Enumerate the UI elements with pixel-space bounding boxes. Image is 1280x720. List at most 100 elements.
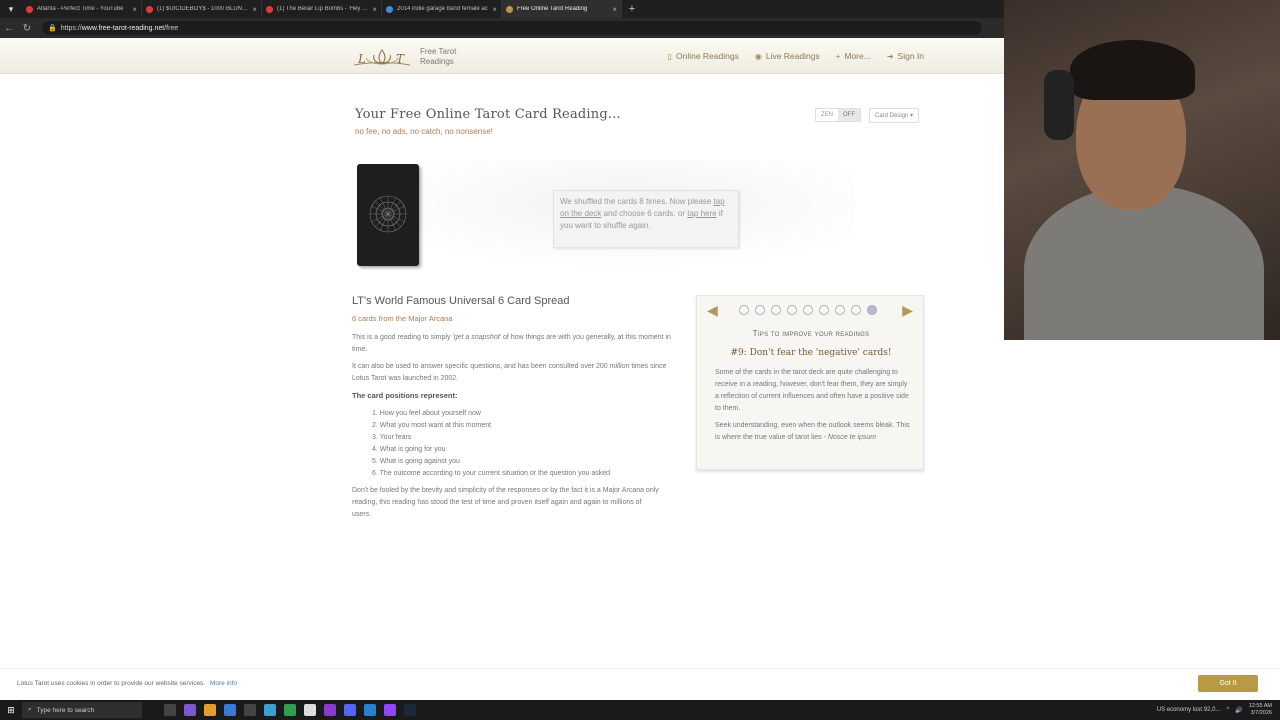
webcam-overlay [1004, 0, 1280, 340]
card-design-dropdown[interactable]: Card Design ▾ [869, 108, 920, 123]
page-subtitle: no fee, no ads, no catch, no nonsense! [355, 127, 493, 136]
nav-label: More... [844, 51, 871, 61]
tab-title: (1) The Belair Lip Bombs - 'Hey Yo [277, 6, 369, 12]
app-icon[interactable] [284, 704, 296, 716]
close-tab-icon[interactable]: × [252, 5, 257, 14]
main-content: Your Free Online Tarot Card Reading... n… [0, 75, 1004, 665]
browser-tab[interactable]: Atlanta - Perfect Time - YouTube × [22, 0, 142, 18]
got-it-button[interactable]: Got It [1198, 675, 1258, 692]
favicon-icon [506, 5, 513, 13]
tab-title: 2014 indie garage band female ac [397, 6, 488, 12]
nav-more[interactable]: + More... [836, 51, 871, 61]
browser-tab[interactable]: 2014 indie garage band female ac × [382, 0, 502, 18]
browser-tab[interactable]: Free Online Tarot Reading × [502, 0, 622, 18]
top-nav: ▯ Online Readings ◉ Live Readings + More… [668, 51, 924, 61]
site-header: L T Free Tarot Readings ▯ Online Reading… [0, 38, 1004, 74]
svg-text:T: T [396, 52, 405, 66]
spread-paragraph-1: This is a good reading to simply 'get a … [352, 332, 672, 356]
url-prefix: https:// [60, 24, 82, 32]
nav-online-readings[interactable]: ▯ Online Readings [668, 51, 739, 61]
folder-icon[interactable] [204, 704, 216, 716]
para1-a: This is a good reading to simply [352, 334, 451, 341]
zen-label[interactable]: ZEN [816, 109, 838, 121]
app-icon[interactable] [244, 704, 256, 716]
signin-icon: ➜ [886, 51, 894, 61]
url-path: /free [164, 24, 179, 32]
tab-list: Atlanta - Perfect Time - YouTube × (1) $UI… [22, 0, 622, 18]
pager-dot[interactable] [739, 305, 749, 315]
close-tab-icon[interactable]: × [372, 5, 377, 14]
app-icon[interactable] [364, 704, 376, 716]
tips-title: Tips to improve your readings [752, 329, 870, 338]
favicon-icon [386, 5, 393, 13]
spread-paragraph-2: It can also be used to answer specific q… [352, 361, 672, 385]
tab-title: Atlanta - Perfect Time - YouTube [37, 6, 124, 12]
clock[interactable]: 12:55 AM 3/7/2026 [1249, 703, 1272, 717]
browser-tab[interactable]: (1) $UICIDEBOY$ - 1000 BLUNTS × [142, 0, 262, 18]
zen-state[interactable]: OFF [838, 109, 860, 121]
back-icon[interactable]: ← [0, 23, 18, 34]
chrome-icon[interactable] [304, 704, 316, 716]
tips-panel: ◀ ▶ Tips to improve your readings #9: Do… [696, 295, 924, 470]
volume-icon[interactable]: 🔊 [1235, 707, 1242, 714]
tip-body-2: Seek understanding, even when the outloo… [715, 420, 910, 444]
shuffle-text-2: and choose 6 cards, or [603, 209, 685, 218]
url-field[interactable]: 🔒 https://www.free-tarot-reading.net/fre… [42, 21, 982, 35]
list-item: 5. What is going against you [372, 458, 460, 465]
pager-dot[interactable] [819, 305, 829, 315]
taskbar-search[interactable]: ⌕ Type here to search [22, 702, 142, 718]
nav-sign-in[interactable]: ➜ Sign In [887, 51, 924, 61]
app-icon[interactable] [264, 704, 276, 716]
eye-icon: ◉ [754, 51, 762, 61]
nav-label: Live Readings [765, 51, 820, 61]
reload-icon[interactable]: ↻ [18, 23, 36, 34]
zen-toggle[interactable]: ZEN OFF [815, 108, 861, 122]
browser-tab[interactable]: (1) The Belair Lip Bombs - 'Hey Yo × [262, 0, 382, 18]
app-icon[interactable] [224, 704, 236, 716]
nav-live-readings[interactable]: ◉ Live Readings [755, 51, 820, 61]
new-tab-button[interactable]: + [622, 3, 642, 15]
webcam-person-hair [1070, 40, 1195, 100]
pager-dot[interactable] [771, 305, 781, 315]
pager-dot[interactable] [867, 305, 877, 315]
close-tab-icon[interactable]: × [132, 5, 137, 14]
tips-pager [739, 305, 877, 315]
close-tab-icon[interactable]: × [612, 5, 617, 14]
spread-paragraph-3: Don't be fooled by the brevity and simpl… [352, 487, 659, 518]
headphones-icon [1044, 70, 1074, 140]
pager-dot[interactable] [803, 305, 813, 315]
book-icon: ▯ [667, 51, 672, 61]
twitch-icon[interactable] [384, 704, 396, 716]
pager-dot[interactable] [755, 305, 765, 315]
tab-search-icon[interactable]: ▾ [0, 0, 22, 18]
logo-text-line1: Free Tarot [420, 47, 457, 56]
logo-text[interactable]: Free Tarot Readings [420, 47, 456, 67]
clock-time: 12:55 AM [1248, 703, 1272, 709]
shuffle-text-1: We shuffled the cards 8 times. Now pleas… [560, 197, 712, 206]
taskbar-search-placeholder: Type here to search [36, 706, 95, 714]
discord-icon[interactable] [344, 704, 356, 716]
list-item: 6. The outcome according to your current… [372, 470, 611, 477]
cookie-more-link[interactable]: More info [210, 680, 237, 687]
windows-start-icon[interactable]: ⊞ [0, 705, 22, 716]
list-item: 2. What you most want at this moment [372, 422, 492, 429]
lotus-logo[interactable]: L T [352, 46, 412, 68]
close-tab-icon[interactable]: × [492, 5, 497, 14]
favicon-icon [266, 5, 273, 13]
news-widget[interactable]: US economy lost 92,0... [1157, 707, 1221, 713]
app-icon[interactable] [184, 704, 196, 716]
steam-icon[interactable] [404, 704, 416, 716]
tarot-deck[interactable] [357, 164, 419, 266]
pager-dot[interactable] [851, 305, 861, 315]
tray-chevron-icon[interactable]: ^ [1226, 707, 1229, 713]
page-title: Your Free Online Tarot Card Reading... [355, 107, 621, 122]
caret-down-icon: ▾ [910, 113, 914, 119]
tap-here-link[interactable]: tap here [687, 209, 716, 218]
task-view-icon[interactable] [164, 704, 176, 716]
mandala-icon [369, 195, 407, 233]
app-icon[interactable] [324, 704, 336, 716]
next-arrow-icon[interactable]: ▶ [902, 302, 913, 319]
pager-dot[interactable] [835, 305, 845, 315]
prev-arrow-icon[interactable]: ◀ [707, 302, 718, 319]
pager-dot[interactable] [787, 305, 797, 315]
